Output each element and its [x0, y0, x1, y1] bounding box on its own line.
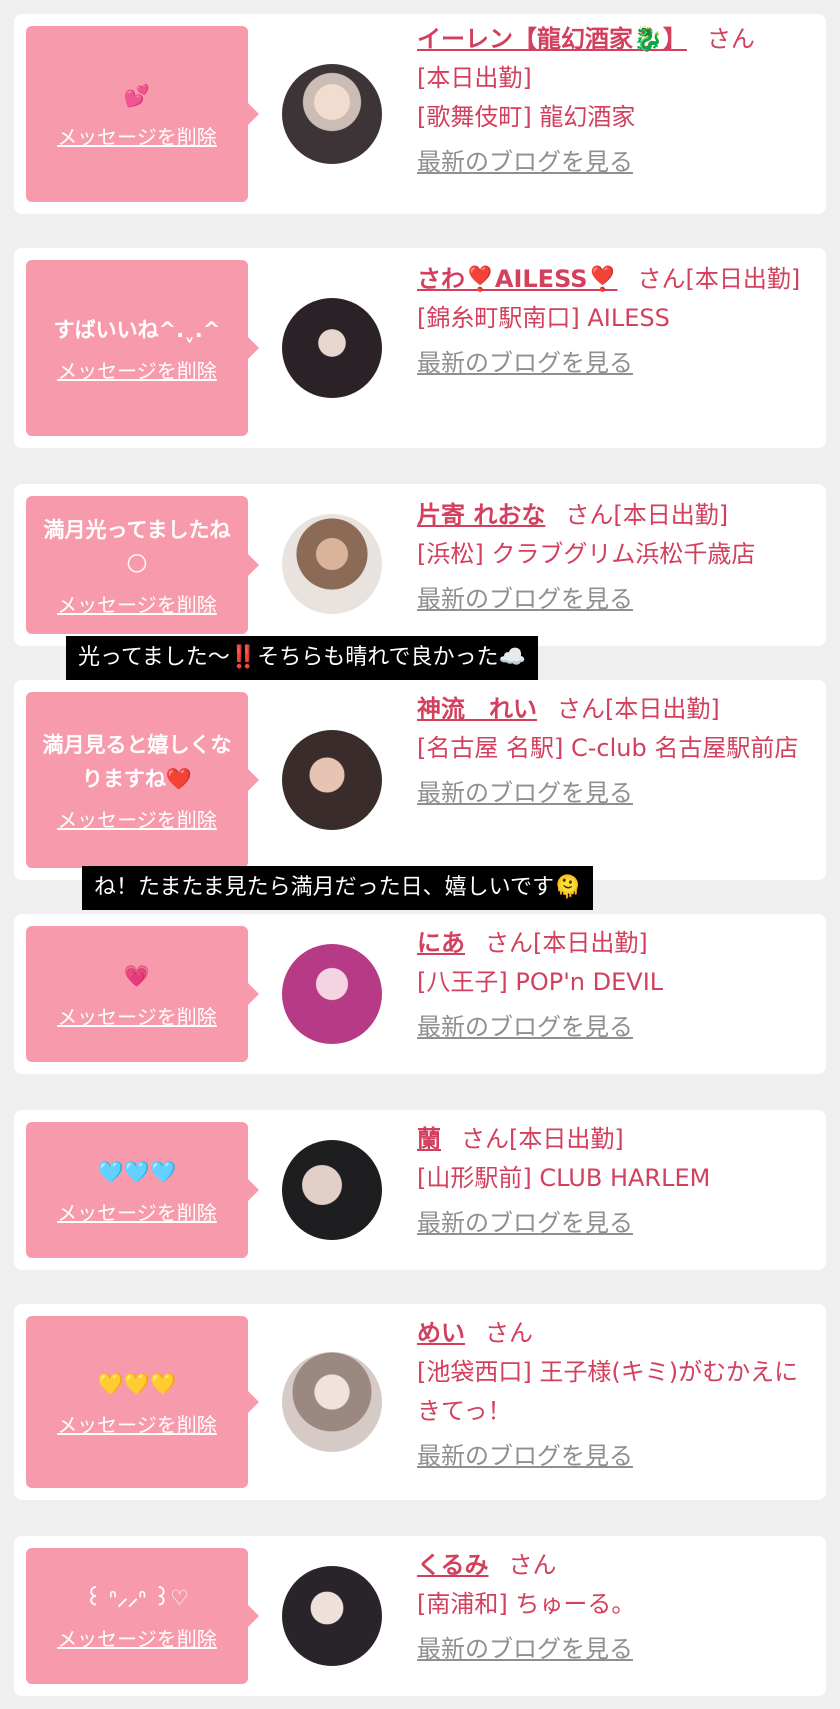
avatar[interactable]: [282, 730, 382, 830]
cast-info: くるみ さん [南浦和] ちゅーる。 最新のブログを見る: [417, 1546, 810, 1669]
message-bubble: 満月見ると嬉しくなりますね❤️ メッセージを削除: [26, 692, 259, 868]
message-text: 💗: [123, 963, 151, 988]
message-bubble: 💗 メッセージを削除: [26, 926, 259, 1062]
latest-blog-link[interactable]: 最新のブログを見る: [417, 344, 810, 383]
message-card: 💛💛💛 メッセージを削除 めい さん [池袋西口] 王子様(キミ)がむかえにきてっ…: [14, 1304, 826, 1500]
cast-info: さわ❣️AILESS❣️ さん[本日出勤] [錦糸町駅南口] AILESS 最新の…: [417, 260, 810, 383]
message-card: 💗 メッセージを削除 にあ さん[本日出勤] [八王子] POP'n DEVIL …: [14, 914, 826, 1074]
caption-overlay: 光ってました〜‼️そちらも晴れで良かった☁️: [66, 636, 538, 680]
cast-name-link[interactable]: 神流 れい: [417, 695, 537, 723]
cast-status: さん[本日出勤]: [565, 501, 729, 529]
delete-message-link[interactable]: メッセージを削除: [57, 1001, 217, 1030]
cast-status: さん[本日出勤]: [485, 929, 648, 957]
cast-status: さん[本日出勤]: [461, 1125, 624, 1153]
message-card: すばいいね^.ˬ.^ メッセージを削除 さわ❣️AILESS❣️ さん[本日出勤]…: [14, 248, 826, 448]
avatar[interactable]: [282, 1140, 382, 1240]
cast-name-link[interactable]: 片寄 れおな: [417, 501, 545, 529]
message-text: 満月見ると嬉しくなりますね❤️: [42, 732, 232, 791]
cast-name-link[interactable]: にあ: [417, 929, 465, 957]
latest-blog-link[interactable]: 最新のブログを見る: [417, 774, 810, 813]
delete-message-link[interactable]: メッセージを削除: [57, 804, 217, 833]
message-bubble: 🩵🩵🩵 メッセージを削除: [26, 1122, 259, 1258]
latest-blog-link[interactable]: 最新のブログを見る: [417, 1437, 810, 1476]
message-text: 満月光ってましたね🌕: [43, 517, 231, 576]
message-bubble: ꒰ ᐢ⸝⸝ᐢ ꒱♡ メッセージを削除: [26, 1548, 259, 1684]
message-card: 満月光ってましたね🌕 メッセージを削除 片寄 れおな さん[本日出勤] [浜松] …: [14, 484, 826, 646]
avatar[interactable]: [282, 514, 382, 614]
message-card: ꒰ ᐢ⸝⸝ᐢ ꒱♡ メッセージを削除 くるみ さん [南浦和] ちゅーる。 最新の…: [14, 1536, 826, 1696]
cast-name-link[interactable]: めい: [417, 1319, 465, 1347]
cast-info: にあ さん[本日出勤] [八王子] POP'n DEVIL 最新のブログを見る: [417, 924, 810, 1047]
message-bubble: 💕 メッセージを削除: [26, 26, 259, 202]
avatar[interactable]: [282, 1566, 382, 1666]
delete-message-link[interactable]: メッセージを削除: [57, 1409, 217, 1438]
cast-status: さん: [508, 1551, 557, 1579]
avatar[interactable]: [282, 64, 382, 164]
message-card: 🩵🩵🩵 メッセージを削除 蘭さん[本日出勤] [山形駅前] CLUB HARLE…: [14, 1110, 826, 1270]
message-text: 🩵🩵🩵: [97, 1159, 177, 1184]
message-bubble: 💛💛💛 メッセージを削除: [26, 1316, 259, 1488]
latest-blog-link[interactable]: 最新のブログを見る: [417, 580, 810, 619]
latest-blog-link[interactable]: 最新のブログを見る: [417, 1630, 810, 1669]
cast-name-link[interactable]: イーレン【龍幻酒家🐉】: [417, 25, 687, 53]
delete-message-link[interactable]: メッセージを削除: [57, 121, 217, 150]
cast-shop: [歌舞伎町] 龍幻酒家: [417, 103, 636, 131]
cast-shop: [南浦和] ちゅーる。: [417, 1590, 636, 1618]
delete-message-link[interactable]: メッセージを削除: [57, 1623, 217, 1652]
cast-name-link[interactable]: 蘭: [417, 1125, 441, 1153]
message-card: 💕 メッセージを削除 イーレン【龍幻酒家🐉】 さん [本日出勤] [歌舞伎町] 龍…: [14, 14, 826, 214]
cast-name-link[interactable]: さわ❣️AILESS❣️: [417, 265, 617, 293]
cast-shop: [浜松] クラブグリム浜松千歳店: [417, 540, 756, 568]
message-bubble: 満月光ってましたね🌕 メッセージを削除: [26, 496, 259, 634]
message-text: 💕: [123, 83, 151, 108]
message-text: ꒰ ᐢ⸝⸝ᐢ ꒱♡: [85, 1585, 189, 1610]
cast-shop: [山形駅前] CLUB HARLEM: [417, 1164, 711, 1192]
caption-overlay: ね！たまたま見たら満月だった日、嬉しいです🫠: [82, 866, 594, 910]
cast-shop: [錦糸町駅南口] AILESS: [417, 304, 670, 332]
latest-blog-link[interactable]: 最新のブログを見る: [417, 143, 810, 182]
latest-blog-link[interactable]: 最新のブログを見る: [417, 1008, 810, 1047]
delete-message-link[interactable]: メッセージを削除: [57, 355, 217, 384]
cast-shop: [名古屋 名駅] C-club 名古屋駅前店: [417, 734, 799, 762]
avatar[interactable]: [282, 944, 382, 1044]
delete-message-link[interactable]: メッセージを削除: [57, 589, 217, 618]
message-text: 💛💛💛: [97, 1371, 177, 1396]
latest-blog-link[interactable]: 最新のブログを見る: [417, 1204, 810, 1243]
cast-status: さん: [485, 1319, 533, 1347]
cast-status: さん[本日出勤]: [557, 695, 720, 723]
cast-shop: [八王子] POP'n DEVIL: [417, 968, 664, 996]
cast-info: 神流 れい さん[本日出勤] [名古屋 名駅] C-club 名古屋駅前店 最新の…: [417, 690, 810, 813]
cast-shift: [本日出勤]: [417, 64, 532, 92]
message-bubble: すばいいね^.ˬ.^ メッセージを削除: [26, 260, 259, 436]
cast-status: さん: [706, 25, 755, 53]
cast-info: めい さん [池袋西口] 王子様(キミ)がむかえにきてっ！ 最新のブログを見る: [417, 1314, 810, 1476]
cast-shop: [池袋西口] 王子様(キミ)がむかえにきてっ！: [417, 1358, 799, 1425]
cast-info: 蘭さん[本日出勤] [山形駅前] CLUB HARLEM 最新のブログを見る: [417, 1120, 810, 1243]
message-text: すばいいね^.ˬ.^: [53, 317, 221, 342]
message-card: 満月見ると嬉しくなりますね❤️ メッセージを削除 神流 れい さん[本日出勤] […: [14, 680, 826, 880]
avatar[interactable]: [282, 298, 382, 398]
cast-info: 片寄 れおな さん[本日出勤] [浜松] クラブグリム浜松千歳店 最新のブログを見…: [417, 496, 810, 619]
delete-message-link[interactable]: メッセージを削除: [57, 1197, 217, 1226]
cast-name-link[interactable]: くるみ: [417, 1551, 489, 1579]
cast-info: イーレン【龍幻酒家🐉】 さん [本日出勤] [歌舞伎町] 龍幻酒家 最新のブログを…: [417, 20, 810, 182]
cast-status: さん[本日出勤]: [637, 265, 801, 293]
avatar[interactable]: [282, 1352, 382, 1452]
